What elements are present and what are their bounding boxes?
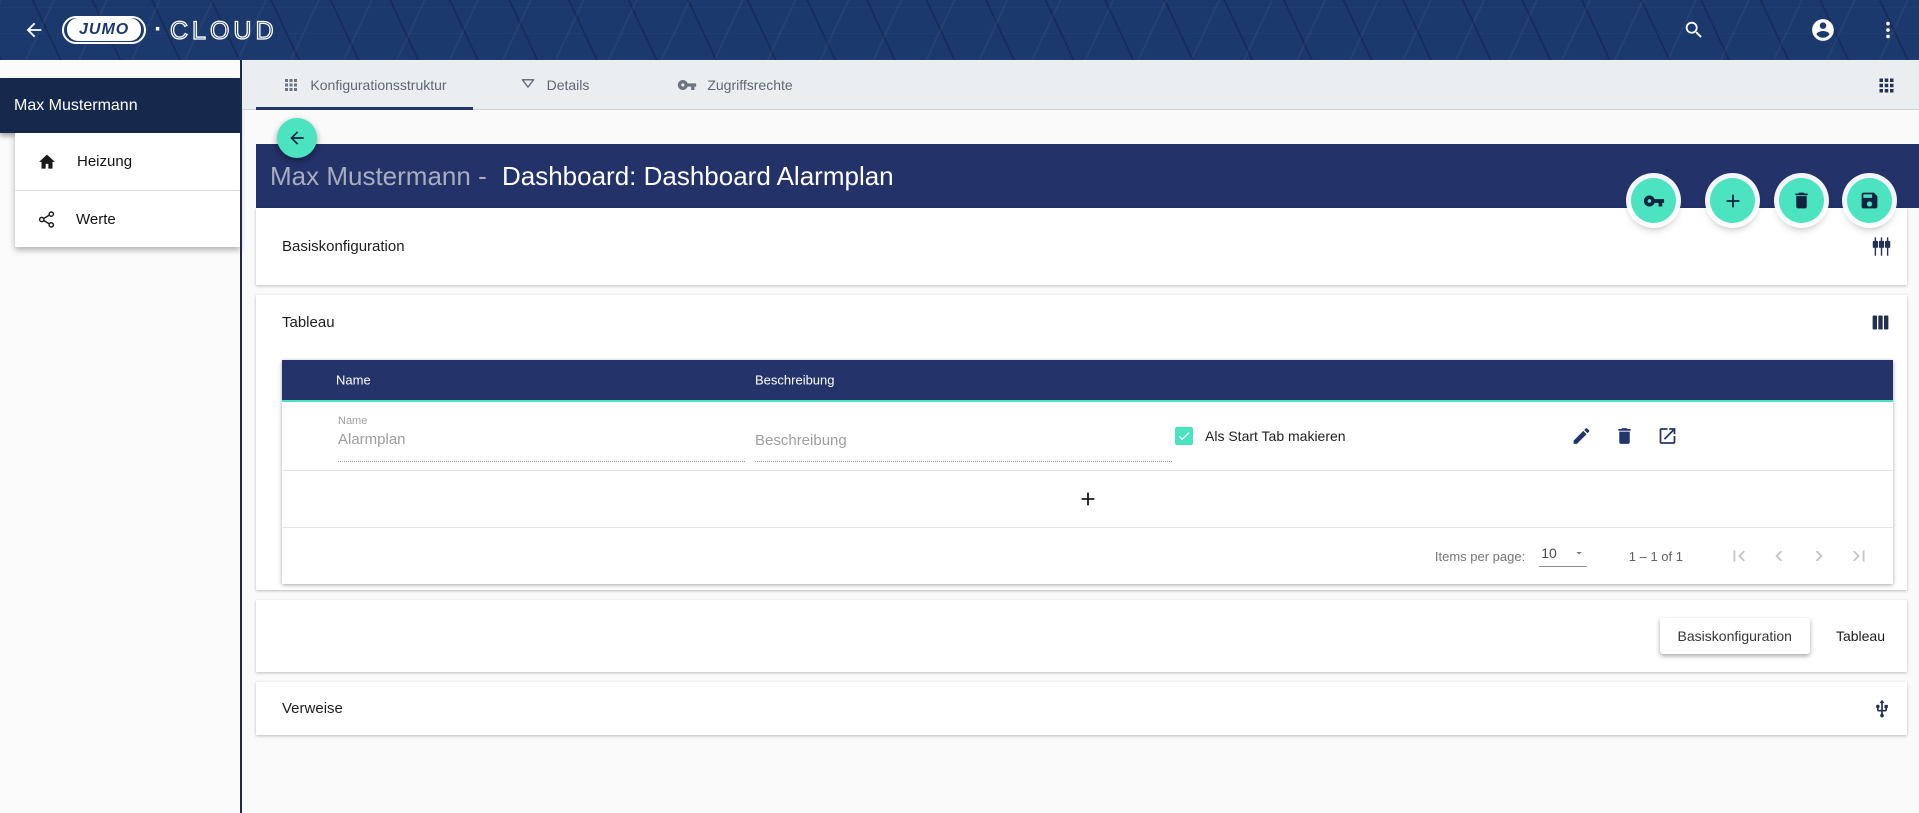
table-header-row: Name Beschreibung bbox=[282, 360, 1893, 400]
save-icon bbox=[1859, 190, 1880, 211]
share-icon bbox=[37, 210, 56, 229]
beschreibung-field bbox=[755, 412, 1172, 462]
page-title-prefix: Max Mustermann - bbox=[270, 161, 487, 191]
key-icon bbox=[677, 75, 697, 95]
open-in-new-icon[interactable] bbox=[1657, 426, 1678, 447]
check-icon bbox=[1177, 429, 1191, 443]
sidebar-user-header: Max Mustermann bbox=[0, 78, 240, 133]
plus-icon bbox=[1722, 190, 1744, 212]
tab-label: Details bbox=[547, 77, 590, 93]
sidebar-user-name: Max Mustermann bbox=[14, 97, 138, 115]
tab-label: Konfigurationsstruktur bbox=[310, 77, 446, 93]
apps-grid-icon[interactable] bbox=[1875, 74, 1897, 96]
sidebar-divider bbox=[240, 60, 242, 813]
jumo-logo-text: JUMO bbox=[67, 18, 141, 41]
page-back-button[interactable] bbox=[277, 118, 317, 158]
cloud-logo-text: CLOUD bbox=[168, 13, 296, 47]
key-icon bbox=[1643, 190, 1665, 212]
name-input[interactable] bbox=[338, 431, 745, 448]
home-icon bbox=[37, 152, 57, 172]
plus-icon bbox=[1077, 488, 1099, 510]
tab-konfigurationsstruktur[interactable]: Konfigurationsstruktur bbox=[256, 60, 473, 109]
back-arrow-icon bbox=[287, 128, 307, 148]
start-tab-checkbox-label: Als Start Tab makieren bbox=[1205, 428, 1346, 444]
sidebar-item-heizung[interactable]: Heizung bbox=[15, 133, 240, 190]
sidebar: Max Mustermann Heizung Werte bbox=[0, 60, 240, 813]
tab-details[interactable]: Details bbox=[473, 60, 635, 109]
usb-icon[interactable] bbox=[1872, 699, 1892, 719]
page-title-main: Dashboard: Dashboard Alarmplan bbox=[502, 161, 894, 191]
sidebar-menu: Heizung Werte bbox=[15, 133, 240, 247]
jumo-logo: JUMO bbox=[62, 16, 146, 44]
footer-actions-section: Basiskonfiguration Tableau bbox=[256, 600, 1907, 672]
delete-row-icon[interactable] bbox=[1614, 426, 1635, 447]
row-actions bbox=[1571, 426, 1678, 447]
add-row-button[interactable] bbox=[282, 471, 1893, 528]
tableau-button[interactable]: Tableau bbox=[1826, 618, 1895, 654]
logo-separator-dot: · bbox=[154, 16, 162, 44]
last-page-icon[interactable] bbox=[1839, 536, 1879, 576]
chevron-down-icon bbox=[1573, 547, 1585, 559]
sidebar-item-werte[interactable]: Werte bbox=[15, 190, 240, 247]
tableau-label: Tableau bbox=[282, 314, 335, 331]
sidebar-item-label: Werte bbox=[76, 211, 116, 228]
basiskonfiguration-label: Basiskonfiguration bbox=[282, 238, 405, 255]
page-title: Max Mustermann - Dashboard: Dashboard Al… bbox=[270, 161, 894, 192]
sidebar-item-label: Heizung bbox=[77, 153, 132, 170]
previous-page-icon[interactable] bbox=[1759, 536, 1799, 576]
name-field: Name bbox=[338, 412, 745, 462]
tab-zugriffsrechte[interactable]: Zugriffsrechte bbox=[635, 60, 835, 109]
permissions-key-button[interactable] bbox=[1631, 178, 1676, 223]
save-button[interactable] bbox=[1847, 178, 1892, 223]
add-button[interactable] bbox=[1710, 178, 1755, 223]
grid-icon bbox=[282, 76, 300, 94]
more-vert-icon[interactable] bbox=[1870, 12, 1906, 48]
columns-icon[interactable] bbox=[1870, 312, 1891, 333]
next-page-icon[interactable] bbox=[1799, 536, 1839, 576]
account-icon[interactable] bbox=[1804, 11, 1842, 49]
sliders-tune-icon[interactable] bbox=[1871, 236, 1892, 257]
page-size-select[interactable]: 10 bbox=[1539, 545, 1587, 567]
tab-label: Zugriffsrechte bbox=[707, 77, 792, 93]
delete-button[interactable] bbox=[1779, 178, 1824, 223]
tableau-section: Tableau Name Beschreibung Name Als Start… bbox=[256, 295, 1907, 590]
tabbar: Konfigurationsstruktur Details Zugriffsr… bbox=[242, 60, 1919, 110]
edit-pencil-icon[interactable] bbox=[1571, 426, 1592, 447]
topbar-back-icon[interactable] bbox=[16, 12, 52, 48]
table-row: Name Als Start Tab makieren bbox=[282, 402, 1893, 471]
trash-icon bbox=[1791, 190, 1812, 211]
basiskonfiguration-button[interactable]: Basiskonfiguration bbox=[1660, 618, 1810, 654]
start-tab-checkbox-group: Als Start Tab makieren bbox=[1175, 427, 1346, 445]
column-header-beschreibung: Beschreibung bbox=[755, 373, 835, 388]
topbar: JUMO · CLOUD bbox=[0, 0, 1919, 60]
tableau-table: Name Beschreibung Name Als Start Tab mak… bbox=[282, 360, 1893, 584]
name-field-floating-label: Name bbox=[338, 415, 745, 427]
start-tab-checkbox[interactable] bbox=[1175, 427, 1193, 445]
svg-text:CLOUD: CLOUD bbox=[170, 17, 278, 45]
items-per-page-label: Items per page: bbox=[1435, 549, 1525, 564]
first-page-icon[interactable] bbox=[1719, 536, 1759, 576]
paginator: Items per page: 10 1 – 1 of 1 bbox=[282, 528, 1893, 584]
verweise-label: Verweise bbox=[282, 700, 343, 717]
page-size-value: 10 bbox=[1541, 545, 1557, 561]
filter-icon bbox=[519, 76, 537, 94]
column-header-name: Name bbox=[336, 373, 371, 388]
topbar-brand-group: JUMO · CLOUD bbox=[0, 12, 296, 48]
verweise-section: Verweise bbox=[256, 682, 1907, 735]
beschreibung-input[interactable] bbox=[755, 432, 1172, 449]
search-icon[interactable] bbox=[1676, 12, 1712, 48]
paginator-range-label: 1 – 1 of 1 bbox=[1629, 549, 1683, 564]
